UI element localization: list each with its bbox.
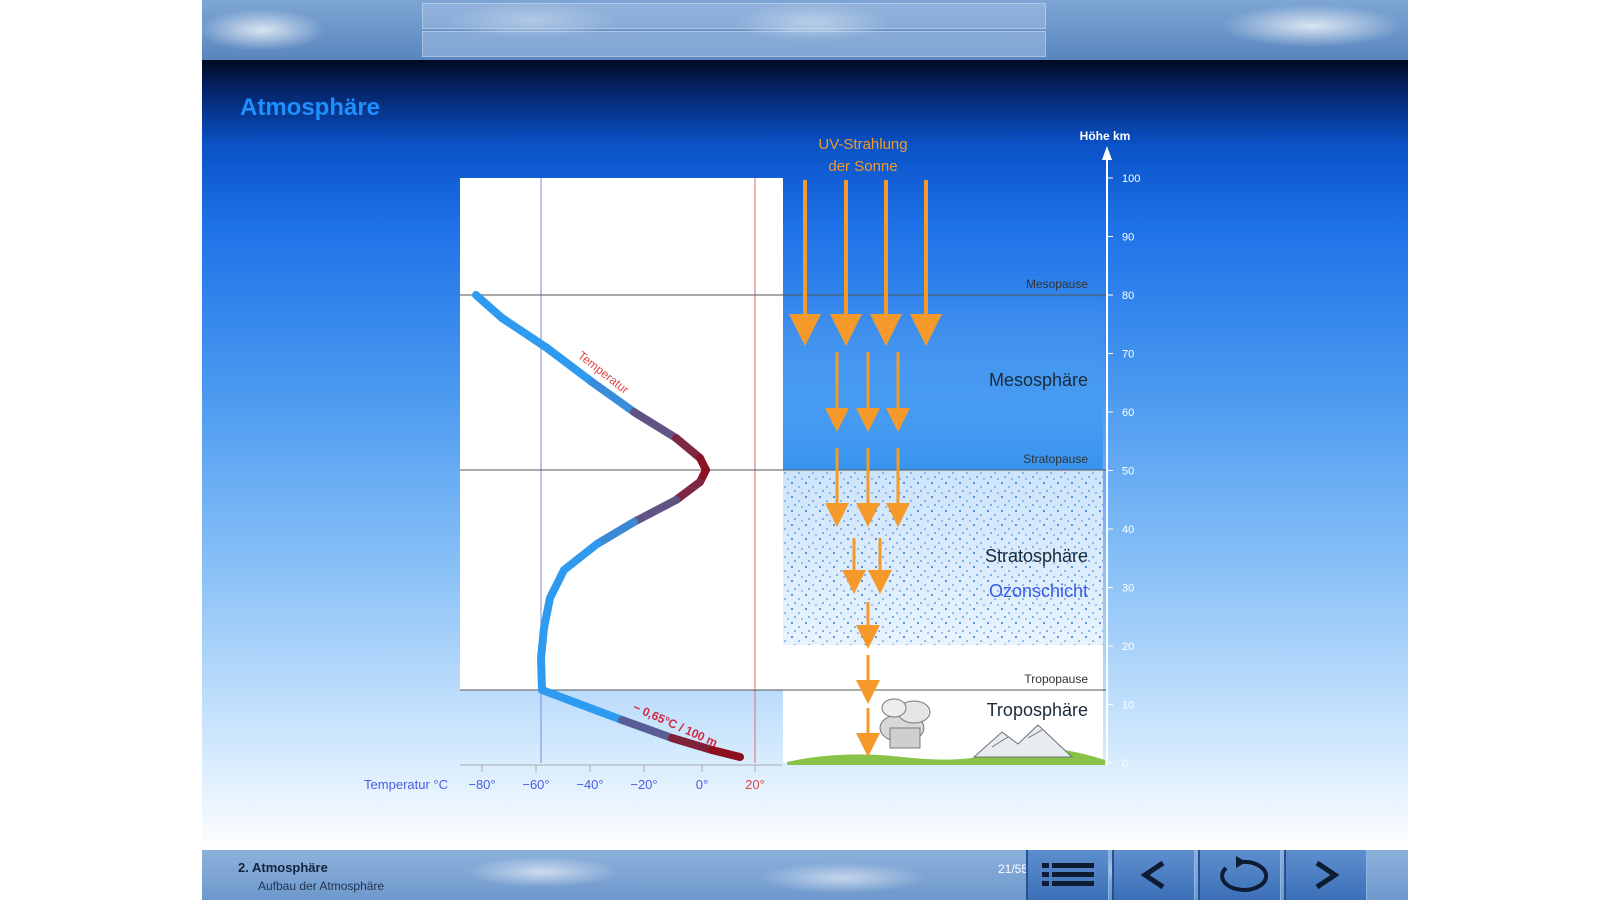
- height-tick-label: 10: [1122, 700, 1134, 712]
- reload-button[interactable]: [1198, 850, 1281, 900]
- app-frame: Atmosphäre Mesopause Stratopause Tropopa…: [202, 0, 1408, 900]
- tropopause-label: Tropopause: [1024, 672, 1088, 686]
- banner-panel: [422, 31, 1046, 57]
- height-tick-labels: 1009080706050403020100: [1107, 173, 1140, 770]
- height-tick-label: 100: [1122, 173, 1140, 185]
- height-tick-label: 20: [1122, 641, 1134, 653]
- height-tick-label: 90: [1122, 232, 1134, 244]
- menu-icon: [1042, 863, 1094, 886]
- temperature-axis-label: Temperatur °C: [364, 777, 448, 792]
- chevron-left-icon: [1140, 860, 1165, 890]
- curve-segment: [570, 698, 626, 724]
- chapter-title: 2. Atmosphäre: [238, 860, 328, 875]
- next-button[interactable]: [1284, 850, 1367, 900]
- temperature-axis: Temperatur °C: [364, 764, 782, 792]
- troposphere-label: Troposphäre: [987, 700, 1088, 720]
- height-tick-label: 0: [1122, 758, 1128, 770]
- curve-segment: [537, 654, 546, 694]
- height-tick-label: 50: [1122, 466, 1134, 478]
- menu-button[interactable]: [1026, 850, 1109, 900]
- height-tick-label: 80: [1122, 290, 1134, 302]
- curve-segment: [538, 686, 578, 706]
- temp-tick-label: −80°: [468, 777, 495, 792]
- slide: Atmosphäre Mesopause Stratopause Tropopa…: [202, 60, 1408, 850]
- atmosphere-diagram: Mesopause Stratopause Tropopause Mesosph…: [364, 129, 1140, 792]
- height-tick-label: 30: [1122, 583, 1134, 595]
- chevron-right-icon: [1315, 860, 1340, 890]
- mesosphere-label: Mesosphäre: [989, 370, 1088, 390]
- top-banner: [202, 0, 1408, 60]
- curve-segment: [708, 746, 744, 761]
- height-tick-label: 40: [1122, 524, 1134, 536]
- chapter-subtitle: Aufbau der Atmosphäre: [258, 879, 385, 893]
- footer-bar: 2. Atmosphäre Aufbau der Atmosphäre 21/5…: [202, 850, 1408, 900]
- temp-tick-label: 20°: [745, 777, 765, 792]
- curve-segment: [537, 624, 548, 662]
- stratosphere-label: Stratosphäre: [985, 546, 1088, 566]
- uv-label-line1: UV-Strahlung: [818, 136, 907, 153]
- height-tick-label: 60: [1122, 407, 1134, 419]
- back-button[interactable]: [1112, 850, 1195, 900]
- temp-tick-label: −20°: [630, 777, 657, 792]
- temperature-panel: [460, 178, 783, 690]
- reload-icon: [1220, 856, 1268, 892]
- temperature-tick-labels: −80° −60° −40° −20° 0° 20°: [468, 765, 765, 792]
- page-indicator: 21/55: [998, 862, 1029, 876]
- height-axis-label: Höhe km: [1080, 129, 1131, 143]
- temp-tick-label: −60°: [522, 777, 549, 792]
- banner-panel: [422, 3, 1046, 29]
- stratopause-label: Stratopause: [1023, 452, 1088, 466]
- ozone-layer-label: Ozonschicht: [989, 581, 1088, 601]
- height-tick-label: 70: [1122, 349, 1134, 361]
- uv-label-line2: der Sonne: [828, 158, 897, 175]
- temp-tick-label: −40°: [576, 777, 603, 792]
- mesopause-label: Mesopause: [1026, 277, 1088, 291]
- temp-tick-label: 0°: [696, 777, 708, 792]
